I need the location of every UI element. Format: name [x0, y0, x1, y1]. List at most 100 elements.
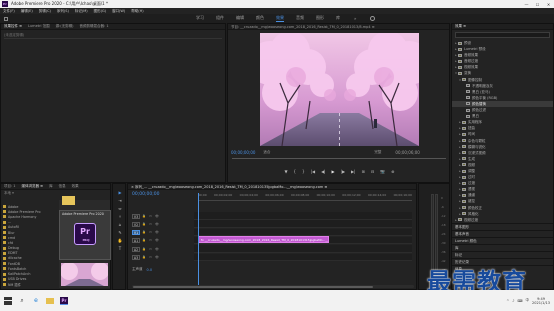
sync-icon[interactable]: ▭	[148, 222, 153, 227]
tab-effects[interactable]: 效果 ≡	[455, 24, 466, 29]
resolution-dropdown[interactable]: 完整	[374, 150, 381, 155]
track-lane[interactable]	[194, 212, 412, 220]
panel-section-header[interactable]: 库	[452, 243, 553, 251]
tab-effects-small[interactable]: 效果	[72, 184, 79, 189]
tab-libraries[interactable]: 库	[49, 184, 53, 189]
eye-icon[interactable]: 👁	[155, 230, 160, 235]
tray-chevron-icon[interactable]: ^	[506, 299, 509, 303]
workspace-tab-effects[interactable]: 效果	[276, 15, 284, 22]
pen-tool-icon[interactable]: ✎	[113, 230, 127, 236]
panel-section-header[interactable]: 标记	[452, 250, 553, 258]
track-target-button[interactable]: A2	[132, 246, 140, 252]
sequence-tab[interactable]: × 序列_... __cruzado__mg/wooseong.com_2018…	[128, 184, 416, 190]
program-monitor-title[interactable]: 节目: __cruzado__mg/wooseong.com_2018_2016…	[228, 24, 449, 30]
playhead[interactable]	[198, 193, 199, 287]
menu-file[interactable]: 文件(F)	[3, 9, 15, 14]
workspace-tab-assembly[interactable]: 组件	[216, 15, 224, 22]
workspace-tab-audio[interactable]: 音频	[296, 15, 304, 22]
sync-icon[interactable]: ▭	[148, 214, 153, 219]
slip-tool-icon[interactable]: ⌂	[113, 222, 127, 228]
track-lane[interactable]	[194, 245, 412, 253]
track-lane[interactable]	[194, 228, 412, 237]
razor-tool-icon[interactable]: ⟊	[113, 214, 127, 220]
timeline-scrollbar[interactable]	[132, 285, 414, 288]
sync-icon[interactable]: ▭	[148, 230, 153, 235]
track-lane[interactable]	[194, 220, 412, 228]
type-tool-icon[interactable]: T	[113, 246, 127, 252]
mark-out-button[interactable]: }	[302, 169, 305, 174]
clip-selector[interactable]: (未选定剪辑)	[4, 32, 222, 39]
timeline-timecode[interactable]: 00;00;00;00	[132, 192, 159, 197]
scrollbar-thumb[interactable]	[133, 285, 373, 288]
add-marker-button[interactable]: ▼	[284, 169, 287, 174]
go-to-in-button[interactable]: |◀	[311, 169, 315, 174]
selection-tool-icon[interactable]: ▶	[113, 190, 127, 196]
zoom-fit-dropdown[interactable]: 适合	[263, 150, 270, 155]
keyboard-icon[interactable]: ⌨	[517, 299, 522, 303]
lock-icon[interactable]: 🔒	[142, 247, 147, 252]
tab-media-browser[interactable]: 媒体浏览器 ≡	[22, 184, 44, 189]
track-target-button[interactable]: V1	[132, 230, 140, 236]
eye-icon[interactable]: 👁	[155, 222, 160, 227]
premiere-taskbar-icon[interactable]: Pr	[60, 296, 68, 305]
step-back-button[interactable]: ◀|	[321, 169, 325, 174]
tab-source[interactable]: 源:(无剪辑)	[56, 24, 74, 29]
sync-icon[interactable]: ▭	[148, 247, 153, 252]
tab-lumetri-scopes[interactable]: Lumetri 范围	[28, 24, 50, 29]
search-icon[interactable]	[370, 16, 376, 21]
minimize-button[interactable]: —	[521, 2, 532, 7]
mark-in-button[interactable]: {	[294, 169, 297, 174]
folder-icon[interactable]	[62, 196, 75, 205]
lock-icon[interactable]: 🔒	[142, 214, 147, 219]
eye-icon[interactable]: 👁	[155, 238, 160, 243]
system-clock[interactable]: 9:49 2021/1/13	[532, 297, 550, 305]
search-icon-taskbar[interactable]: ⌕	[18, 297, 26, 305]
folder-list-item[interactable]: NM 插件	[3, 282, 57, 287]
lock-icon[interactable]: 🔒	[142, 230, 147, 235]
track-lane[interactable]	[194, 253, 412, 261]
menu-markers[interactable]: 标记(M)	[75, 9, 88, 14]
maximize-button[interactable]: ☐	[532, 2, 543, 7]
ripple-edit-tool-icon[interactable]: ⇔	[113, 206, 127, 212]
hand-tool-icon[interactable]: ✋	[113, 238, 127, 244]
premiere-project-icon[interactable]: Pr PROJ	[74, 223, 96, 245]
tab-project[interactable]: 项目: 1	[4, 184, 16, 189]
menu-graphics[interactable]: 图形(G)	[94, 9, 106, 14]
tab-audio-clip-mixer[interactable]: 音频剪辑混合器: 1	[80, 24, 109, 29]
tab-info[interactable]: 信息	[59, 184, 66, 189]
go-to-out-button[interactable]: ▶|	[351, 169, 355, 174]
ime-icon[interactable]: 中	[526, 298, 530, 303]
lift-button[interactable]: ⊞	[361, 169, 364, 174]
track-target-button[interactable]: V2	[132, 221, 140, 227]
workspace-tab-color[interactable]: 颜色	[256, 15, 264, 22]
track-target-button[interactable]: A3	[132, 255, 140, 260]
track-target-button[interactable]: V3	[132, 213, 140, 219]
sync-icon[interactable]: ▭	[148, 255, 153, 260]
menu-edit[interactable]: 编辑(E)	[21, 9, 33, 14]
video-preview[interactable]	[260, 33, 419, 146]
menu-sequence[interactable]: 序列(S)	[57, 9, 69, 14]
home-icon[interactable]	[4, 16, 8, 21]
track-select-tool-icon[interactable]: ⇥	[113, 198, 127, 204]
program-scrub-bar[interactable]	[232, 158, 446, 160]
lock-icon[interactable]: 🔒	[142, 238, 147, 243]
file-explorer-icon[interactable]	[46, 297, 54, 304]
eye-icon[interactable]: 👁	[155, 247, 160, 252]
eye-icon[interactable]: 👁	[155, 255, 160, 260]
tab-effect-controls[interactable]: 效果控件 ≡	[4, 24, 22, 29]
close-button[interactable]: ✕	[543, 2, 554, 7]
panel-section-header[interactable]: 基本声音	[452, 229, 553, 237]
timeline-ruler[interactable]: 00;00 00;00;02;00 00;00;04;00 00;00;06;00 00…	[198, 193, 412, 201]
panel-section-header[interactable]: 基本图形	[452, 222, 553, 230]
master-volume[interactable]: 0.0	[147, 268, 153, 272]
more-workspaces-button[interactable]: »	[354, 16, 356, 21]
sync-icon[interactable]: ▭	[148, 238, 153, 243]
lock-icon[interactable]: 🔒	[142, 255, 147, 260]
track-target-button[interactable]: A1	[132, 238, 140, 244]
video-clip[interactable]: fx __cruzado__mg/wooseong.com_2018_2016_…	[198, 236, 329, 243]
step-forward-button[interactable]: |▶	[341, 169, 345, 174]
start-icon[interactable]	[4, 296, 12, 305]
effects-search-input[interactable]	[455, 32, 550, 38]
button-editor-button[interactable]: ⊕	[391, 169, 394, 174]
play-button[interactable]: ▶	[332, 169, 335, 174]
